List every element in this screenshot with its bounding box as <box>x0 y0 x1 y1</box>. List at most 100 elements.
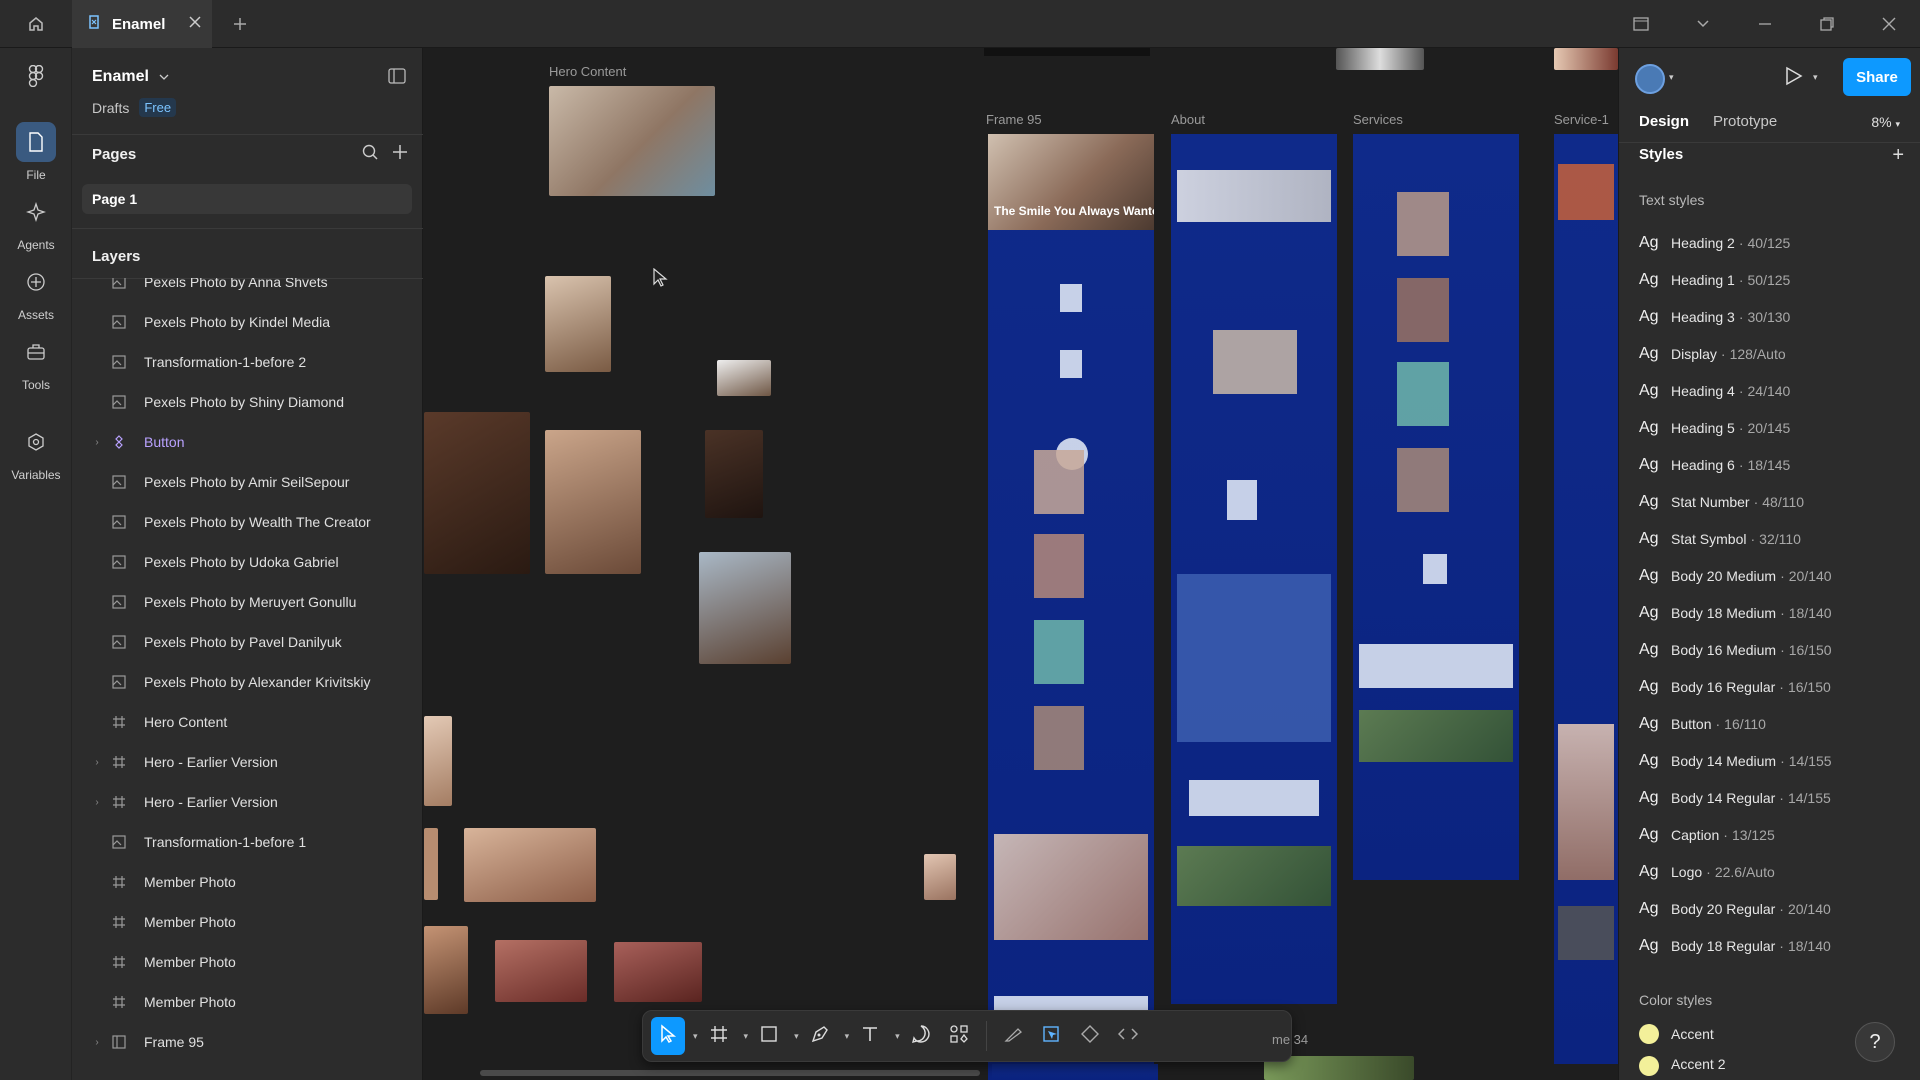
add-style-icon[interactable]: + <box>1892 144 1904 167</box>
add-page-icon[interactable] <box>392 144 408 165</box>
design-mode[interactable] <box>1035 1017 1069 1055</box>
present-button[interactable] <box>1785 66 1803 91</box>
service1-frame-label[interactable]: Service-1 <box>1554 112 1609 127</box>
text-style-item[interactable]: Ag Body 18 Regular · 18/140 <box>1639 931 1831 961</box>
share-button[interactable]: Share <box>1843 58 1911 96</box>
layer-item[interactable]: › Hero - Earlier Version <box>72 742 423 782</box>
text-style-item[interactable]: Ag Heading 6 · 18/145 <box>1639 450 1790 480</box>
chevron-right-icon[interactable]: › <box>88 437 106 448</box>
about-frame-label[interactable]: About <box>1171 112 1205 127</box>
zoom-dropdown[interactable]: 8% ▾ <box>1871 114 1900 130</box>
text-style-item[interactable]: Ag Body 16 Regular · 16/150 <box>1639 672 1831 702</box>
draw-mode[interactable] <box>997 1017 1031 1055</box>
smile-photo[interactable] <box>464 828 596 902</box>
chevron-down-icon[interactable] <box>1672 0 1734 48</box>
user-avatar[interactable] <box>1635 64 1665 94</box>
search-icon[interactable] <box>362 144 378 165</box>
smile-photo[interactable] <box>424 716 452 806</box>
chevron-down-icon[interactable]: ▾ <box>1669 72 1674 83</box>
text-style-item[interactable]: Ag Button · 16/110 <box>1639 709 1766 739</box>
text-style-item[interactable]: Ag Heading 5 · 20/145 <box>1639 413 1790 443</box>
about-frame[interactable] <box>1171 134 1337 1004</box>
portrait-photo[interactable] <box>699 552 791 664</box>
smile-photo[interactable] <box>924 854 956 900</box>
home-icon[interactable] <box>12 10 60 38</box>
shape-tool[interactable] <box>752 1017 786 1055</box>
chevron-right-icon[interactable]: › <box>88 797 106 808</box>
text-style-item[interactable]: Ag Body 16 Medium · 16/150 <box>1639 635 1832 665</box>
file-tab[interactable]: Enamel <box>72 0 212 48</box>
minimize-icon[interactable] <box>1734 0 1796 48</box>
hero-photo[interactable] <box>549 86 715 196</box>
chevron-right-icon[interactable]: › <box>88 1037 106 1048</box>
horizontal-scrollbar[interactable] <box>480 1070 980 1076</box>
layer-item[interactable]: Member Photo <box>72 902 423 942</box>
frame-clipped[interactable] <box>984 48 1150 56</box>
teeth-photo[interactable] <box>614 942 702 1002</box>
text-style-item[interactable]: Ag Heading 4 · 24/140 <box>1639 376 1790 406</box>
services-frame[interactable] <box>1353 134 1519 880</box>
smile-photo[interactable] <box>424 926 468 1014</box>
portrait-photo[interactable] <box>545 430 641 574</box>
layer-item[interactable]: Pexels Photo by Anna Shvets <box>72 278 423 302</box>
color-style-item[interactable]: Accent 2 <box>1639 1056 1725 1080</box>
text-tool[interactable] <box>853 1017 887 1055</box>
services-frame-label[interactable]: Services <box>1353 112 1403 127</box>
chevron-right-icon[interactable]: › <box>88 757 106 768</box>
tab-design[interactable]: Design <box>1639 113 1689 130</box>
text-style-item[interactable]: Ag Stat Number · 48/110 <box>1639 487 1804 517</box>
dev-component-mode[interactable] <box>1073 1017 1107 1055</box>
layer-item[interactable]: Pexels Photo by Udoka Gabriel <box>72 542 423 582</box>
maximize-icon[interactable] <box>1796 0 1858 48</box>
chevron-down-icon[interactable]: ▾ <box>744 1031 749 1042</box>
chevron-down-icon[interactable]: ▾ <box>895 1031 900 1042</box>
rail-tools[interactable]: Tools <box>0 332 72 392</box>
pen-tool[interactable] <box>803 1017 837 1055</box>
text-style-item[interactable]: Ag Body 14 Regular · 14/155 <box>1639 783 1831 813</box>
dev-mode[interactable] <box>1111 1017 1145 1055</box>
text-style-item[interactable]: Ag Body 20 Medium · 20/140 <box>1639 561 1832 591</box>
frame-tool[interactable] <box>702 1017 736 1055</box>
smile-photo[interactable] <box>424 828 438 900</box>
hero-content-label[interactable]: Hero Content <box>549 64 626 79</box>
layer-item[interactable]: Pexels Photo by Wealth The Creator <box>72 502 423 542</box>
frame-95-label[interactable]: Frame 95 <box>986 112 1042 127</box>
layer-item[interactable]: Member Photo <box>72 982 423 1022</box>
layer-item[interactable]: Member Photo <box>72 942 423 982</box>
plan-badge[interactable]: Free <box>139 98 177 117</box>
text-style-item[interactable]: Ag Display · 128/Auto <box>1639 339 1786 369</box>
teeth-photo[interactable] <box>495 940 587 1002</box>
text-style-item[interactable]: Ag Heading 3 · 30/130 <box>1639 302 1790 332</box>
layer-item[interactable]: Pexels Photo by Alexander Krivitskiy <box>72 662 423 702</box>
layer-item[interactable]: Pexels Photo by Meruyert Gonullu <box>72 582 423 622</box>
text-style-item[interactable]: Ag Body 20 Regular · 20/140 <box>1639 894 1831 924</box>
layer-item[interactable]: › Hero - Earlier Version <box>72 782 423 822</box>
close-tab-icon[interactable] <box>188 15 202 34</box>
layer-item[interactable]: Transformation-1-before 1 <box>72 822 423 862</box>
text-style-item[interactable]: Ag Body 18 Medium · 18/140 <box>1639 598 1832 628</box>
project-title[interactable]: Enamel <box>92 68 169 86</box>
text-style-item[interactable]: Ag Body 14 Medium · 14/155 <box>1639 746 1832 776</box>
layer-item[interactable]: Member Photo <box>72 862 423 902</box>
layer-item[interactable]: › Button <box>72 422 423 462</box>
layer-item[interactable]: Pexels Photo by Pavel Danilyuk <box>72 622 423 662</box>
frame-95[interactable]: The Smile You Always Wante <box>988 134 1154 1080</box>
panel-layout-icon[interactable] <box>388 68 406 89</box>
layer-item[interactable]: Pexels Photo by Kindel Media <box>72 302 423 342</box>
design-canvas[interactable]: Hero Content Frame 95 About Services Ser… <box>424 48 1618 1080</box>
actions-tool[interactable] <box>942 1017 976 1055</box>
comment-tool[interactable] <box>904 1017 938 1055</box>
frame-34[interactable] <box>992 1064 1158 1080</box>
photo-clipped[interactable] <box>1554 48 1618 70</box>
portrait-photo[interactable] <box>717 360 771 396</box>
layer-item[interactable]: Pexels Photo by Amir SeilSepour <box>72 462 423 502</box>
layer-item[interactable]: › Frame 95 <box>72 1022 423 1062</box>
rail-file[interactable]: File <box>0 122 72 182</box>
rail-assets[interactable]: Assets <box>0 262 72 322</box>
rail-variables[interactable]: Variables <box>0 422 72 482</box>
new-tab-icon[interactable] <box>228 12 252 36</box>
rail-agents[interactable]: Agents <box>0 192 72 252</box>
layer-item[interactable]: Hero Content <box>72 702 423 742</box>
service1-frame[interactable] <box>1554 134 1618 1064</box>
portrait-photo[interactable] <box>424 412 530 574</box>
